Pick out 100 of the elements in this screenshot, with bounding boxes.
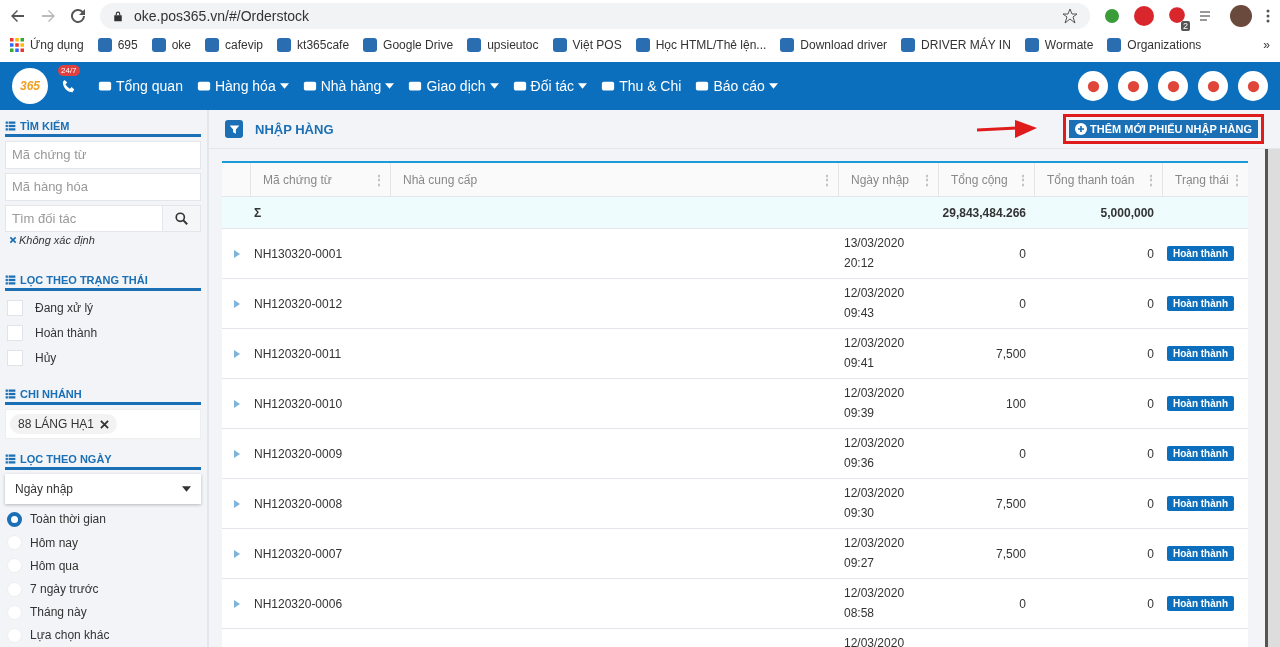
table-cell: NH130320-0001 bbox=[254, 246, 343, 261]
table-cell-text: 29,843,484.266 bbox=[941, 205, 1027, 220]
column-header[interactable]: Tổng cộng bbox=[951, 172, 1008, 187]
table-cell: 0 bbox=[1147, 546, 1154, 561]
table-cell: 0 bbox=[1147, 246, 1154, 261]
bookmark[interactable]: kt365cafe bbox=[277, 38, 350, 52]
add-import-button[interactable]: THÊM MỚI PHIẾU NHẬP HÀNG bbox=[1069, 120, 1258, 138]
nav-menu-item[interactable]: Thu & Chi bbox=[601, 78, 682, 94]
checkbox[interactable] bbox=[7, 324, 23, 341]
table-cell: 0 bbox=[1147, 296, 1154, 311]
favicon-icon bbox=[1107, 38, 1122, 52]
list-icon bbox=[5, 274, 16, 287]
bookmark[interactable]: upsieutoc bbox=[467, 38, 539, 52]
bookmark[interactable]: Việt POS bbox=[552, 38, 622, 52]
table-cell: 0 bbox=[1147, 496, 1154, 511]
checkbox[interactable] bbox=[7, 299, 23, 316]
table-cell-text: 12/03/2020 09:36 bbox=[843, 435, 906, 472]
list-icon bbox=[5, 388, 16, 401]
nav-menu-item[interactable]: Nhà hàng bbox=[302, 78, 395, 94]
filter-button[interactable] bbox=[225, 120, 243, 138]
nav-menu-item[interactable]: Đối tác bbox=[512, 78, 588, 94]
branch-field[interactable]: 88 LÁNG HẠ1 bbox=[5, 409, 201, 440]
status-badge: Hoàn thành bbox=[1167, 496, 1234, 511]
table-cell: NH120320-0012 bbox=[254, 296, 343, 311]
back-icon bbox=[10, 8, 26, 24]
favicon-icon bbox=[151, 38, 166, 52]
avatar[interactable] bbox=[1230, 5, 1252, 27]
table-cell: NH120320-0010 bbox=[254, 396, 343, 411]
radio-label: Toàn thời gian bbox=[30, 512, 106, 527]
expand-icon bbox=[234, 499, 240, 508]
status-badge: Hoàn thành bbox=[1167, 596, 1234, 611]
date-type-dropdown[interactable]: Ngày nhập bbox=[5, 474, 201, 504]
bookmark[interactable]: Học HTML/Thẻ lện... bbox=[635, 38, 767, 52]
radio-label: Hôm nay bbox=[30, 535, 79, 550]
plus-circle-icon bbox=[1075, 123, 1088, 135]
list-icon bbox=[5, 453, 16, 466]
bookmark[interactable]: DRIVER MÁY IN bbox=[901, 38, 1011, 52]
section-title: TÌM KIẾM bbox=[5, 120, 201, 137]
expand-icon bbox=[234, 299, 240, 308]
star-icon bbox=[1062, 8, 1078, 24]
address-bar[interactable]: oke.pos365.vn/#/Orderstock bbox=[100, 3, 1090, 29]
table-cell-text: 5,000,000 bbox=[1099, 205, 1155, 220]
search-field[interactable]: Mã hàng hóa bbox=[5, 172, 201, 201]
more-bookmarks[interactable]: » bbox=[1263, 38, 1270, 52]
table-cell: 100 bbox=[1005, 396, 1026, 411]
status-badge: Hoàn thành bbox=[1167, 446, 1234, 461]
url-text: oke.pos365.vn/#/Orderstock bbox=[134, 8, 311, 24]
table-cell: 0 bbox=[1019, 246, 1026, 261]
column-header[interactable]: Trạng thái bbox=[1175, 172, 1229, 187]
bookmark[interactable]: Ứng dụng bbox=[10, 38, 84, 52]
radio-label: Lựa chọn khác bbox=[30, 628, 110, 643]
search-field[interactable]: Mã chứng từ bbox=[5, 141, 201, 169]
favicon-icon bbox=[901, 38, 916, 52]
table-cell: 0 bbox=[1147, 596, 1154, 611]
bookmark[interactable]: 695 bbox=[97, 38, 138, 52]
favicon-icon bbox=[97, 38, 112, 52]
reload-icon bbox=[70, 8, 86, 24]
favicon-icon bbox=[635, 38, 650, 52]
checkbox[interactable] bbox=[7, 349, 23, 366]
table-cell: 0 bbox=[1147, 346, 1154, 361]
bookmark[interactable]: Organizations bbox=[1107, 38, 1202, 52]
bookmark[interactable]: Download driver bbox=[780, 38, 888, 52]
nav-menu-item[interactable]: Hàng hóa bbox=[196, 78, 289, 94]
bookmark[interactable]: cafevip bbox=[205, 38, 264, 52]
partner-search-field[interactable]: Tìm đối tác bbox=[5, 204, 163, 233]
table-cell-text: 12/03/2020 09:30 bbox=[843, 485, 906, 522]
checkbox-label: Đang xử lý bbox=[35, 300, 94, 315]
bookmark[interactable]: Google Drive bbox=[363, 38, 454, 52]
more-icon bbox=[1266, 8, 1270, 24]
table-cell: 7,500 bbox=[995, 346, 1026, 361]
hotline-badge: 24/7 bbox=[58, 65, 80, 76]
section-title: LỌC THEO NGÀY bbox=[5, 453, 201, 471]
radio-label: Tháng này bbox=[30, 605, 87, 620]
bookmark[interactable]: Wormate bbox=[1024, 38, 1094, 52]
column-header[interactable]: Tổng thanh toán bbox=[1047, 172, 1135, 187]
column-header[interactable]: Mã chứng từ bbox=[263, 172, 332, 187]
table-cell: NH120320-0009 bbox=[254, 446, 343, 461]
forward-icon bbox=[40, 8, 56, 24]
branch-tag: 88 LÁNG HẠ1 bbox=[10, 414, 118, 435]
table-cell: NH120320-0008 bbox=[254, 496, 343, 511]
favicon-icon bbox=[363, 38, 378, 52]
favicon-icon bbox=[780, 38, 795, 52]
search-icon bbox=[175, 211, 188, 225]
nav-menu-item[interactable]: Tổng quan bbox=[98, 78, 183, 94]
status-badge: Hoàn thành bbox=[1167, 246, 1234, 261]
nav-menu-item[interactable]: Giao dịch bbox=[408, 78, 499, 94]
table-cell: NH120320-0007 bbox=[254, 546, 343, 561]
bookmark[interactable]: oke bbox=[151, 38, 191, 52]
column-header[interactable]: Ngày nhập bbox=[851, 172, 910, 187]
column-header[interactable]: Nhà cung cấp bbox=[403, 172, 478, 187]
expand-icon bbox=[234, 549, 240, 558]
phone-icon bbox=[62, 79, 76, 93]
nav-menu-item[interactable]: Báo cáo bbox=[695, 78, 778, 94]
expand-icon bbox=[234, 599, 240, 608]
table-cell-text: 13/03/2020 20:12 bbox=[843, 235, 906, 272]
search-button[interactable] bbox=[163, 204, 201, 233]
radio-button[interactable] bbox=[7, 511, 22, 527]
table-cell-text: 12/03/2020 09:27 bbox=[843, 535, 906, 572]
table-cell-text: 12/03/2020 bbox=[843, 635, 906, 647]
scrollbar[interactable] bbox=[1265, 149, 1280, 647]
